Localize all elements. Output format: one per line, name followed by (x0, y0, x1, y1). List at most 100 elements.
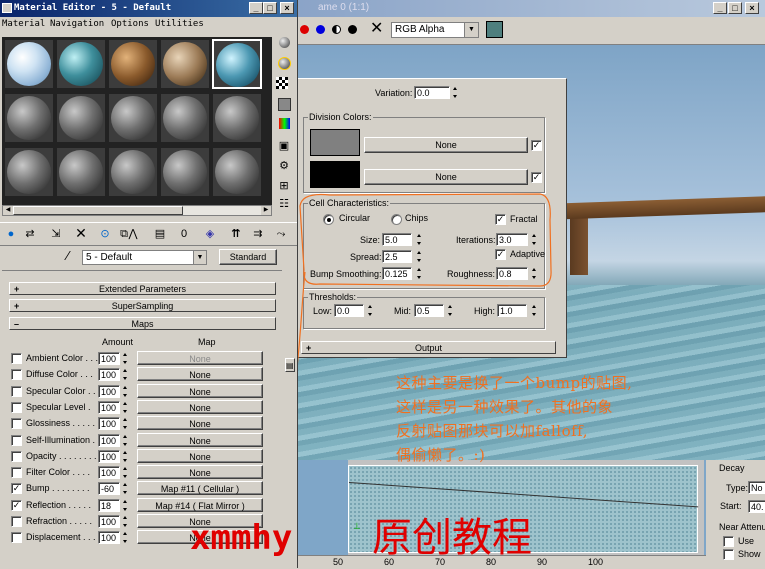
sample-slot[interactable] (108, 39, 158, 89)
sample-slot[interactable] (56, 93, 106, 143)
material-effects-channel-icon[interactable]: ▤ (152, 226, 168, 242)
put-to-scene-icon[interactable]: ⇄ (22, 226, 38, 242)
map-amount-spinner[interactable] (122, 515, 129, 528)
map-amount-spinner[interactable] (122, 450, 129, 463)
make-preview-icon[interactable]: ▣ (276, 138, 292, 154)
map-amount-spinner[interactable] (122, 466, 129, 479)
material-name-dropdown[interactable]: 5 - Default ▼ (82, 250, 207, 265)
go-forward-sibling-icon[interactable]: ⇉ (250, 226, 266, 242)
map-enable-checkbox[interactable] (11, 450, 22, 462)
scroll-right-icon[interactable]: ▶ (261, 206, 271, 215)
options-icon[interactable]: ⚙ (276, 158, 292, 174)
map-button[interactable]: None (137, 465, 263, 480)
map-amount-field[interactable]: 100 (98, 368, 120, 382)
map-button[interactable]: None (137, 367, 263, 382)
put-to-library-icon[interactable]: ⋀ (125, 226, 141, 242)
eyedropper-icon[interactable]: ⁄ (60, 248, 76, 264)
sample-slot[interactable] (160, 93, 210, 143)
maps-rollout[interactable]: – Maps (9, 317, 276, 330)
map-amount-field[interactable]: 100 (98, 449, 120, 463)
map-amount-spinner[interactable] (122, 368, 129, 381)
sample-slot[interactable] (4, 93, 54, 143)
sample-slot[interactable] (108, 147, 158, 197)
pick-material-icon[interactable]: ⤳ (273, 226, 289, 242)
map-enable-checkbox[interactable] (11, 385, 22, 397)
material-type-button[interactable]: Standard (219, 249, 277, 265)
map-button[interactable]: None (137, 448, 263, 463)
extended-params-rollout[interactable]: + Extended Parameters (9, 282, 276, 295)
map-enable-checkbox[interactable] (11, 532, 22, 544)
minimize-button[interactable]: _ (249, 2, 263, 14)
map-button[interactable]: None (137, 416, 263, 431)
map-button[interactable]: Map #14 ( Flat Mirror ) (137, 497, 263, 512)
material-navigator-icon[interactable]: ☷ (276, 196, 292, 212)
map-enable-checkbox[interactable] (11, 467, 22, 479)
close-button[interactable]: × (280, 2, 294, 14)
map-button[interactable]: None (137, 383, 263, 398)
map-enable-checkbox[interactable] (11, 516, 22, 527)
map-amount-spinner[interactable] (122, 531, 129, 544)
map-amount-field[interactable]: 100 (98, 433, 120, 447)
background-checker-icon[interactable] (276, 77, 288, 89)
chevron-down-icon[interactable]: ▼ (193, 251, 206, 264)
map-amount-field[interactable]: 100 (98, 466, 120, 480)
map-amount-spinner[interactable] (122, 417, 129, 430)
map-amount-spinner[interactable] (122, 434, 129, 447)
map-amount-field[interactable]: 18 (98, 498, 120, 512)
map-button[interactable]: None (137, 351, 263, 365)
make-copy-icon[interactable]: ⊙ (97, 226, 113, 242)
map-amount-spinner[interactable] (122, 482, 129, 495)
get-material-icon[interactable]: ● (3, 226, 19, 242)
map-button[interactable]: None (137, 432, 263, 447)
sample-slot[interactable] (56, 147, 106, 197)
video-color-check-icon[interactable] (276, 118, 292, 134)
menu-options[interactable]: Options (111, 19, 149, 29)
map-amount-spinner[interactable] (122, 385, 129, 398)
show-map-in-viewport-icon[interactable]: 0 (176, 226, 192, 242)
menu-material[interactable]: Material (2, 19, 45, 29)
sample-slot[interactable] (212, 39, 262, 89)
menu-utilities[interactable]: Utilities (155, 19, 204, 29)
map-button[interactable]: None (137, 399, 263, 414)
scroll-thumb[interactable] (13, 206, 183, 215)
scroll-left-icon[interactable]: ◀ (3, 206, 13, 215)
sample-slot[interactable] (108, 93, 158, 143)
slots-hscrollbar[interactable]: ◀ ▶ (2, 205, 272, 216)
map-amount-spinner[interactable] (122, 499, 129, 512)
map-amount-spinner[interactable] (122, 352, 129, 365)
sample-slot[interactable] (212, 93, 262, 143)
map-amount-field[interactable]: 100 (98, 531, 120, 545)
sample-slot[interactable] (56, 39, 106, 89)
menu-navigation[interactable]: Navigation (50, 19, 104, 29)
map-enable-checkbox[interactable] (11, 401, 22, 413)
map-enable-checkbox[interactable]: ✓ (11, 499, 22, 511)
sample-slot[interactable] (160, 147, 210, 197)
supersampling-rollout[interactable]: + SuperSampling (9, 299, 276, 312)
map-enable-checkbox[interactable] (11, 434, 22, 446)
map-amount-field[interactable]: 100 (98, 515, 120, 528)
sample-slot[interactable] (4, 39, 54, 89)
map-enable-checkbox[interactable] (11, 418, 22, 430)
show-end-result-icon[interactable]: ◈ (202, 226, 218, 242)
map-enable-checkbox[interactable] (11, 353, 22, 364)
map-amount-field[interactable]: 100 (98, 384, 120, 398)
sample-slot[interactable] (160, 39, 210, 89)
backlight-icon[interactable] (276, 57, 292, 73)
sample-slot[interactable] (212, 147, 262, 197)
reset-map-icon[interactable]: ✕ (73, 225, 89, 241)
map-amount-spinner[interactable] (122, 401, 129, 414)
sample-type-icon[interactable] (276, 37, 292, 53)
map-enable-checkbox[interactable]: ✓ (11, 483, 22, 495)
map-amount-field[interactable]: 100 (98, 417, 120, 431)
sample-slot[interactable] (4, 147, 54, 197)
select-by-material-icon[interactable]: ⊞ (276, 178, 292, 194)
assign-to-selection-icon[interactable]: ⇲ (48, 226, 64, 242)
map-button[interactable]: Map #11 ( Cellular ) (137, 481, 263, 496)
map-amount-field[interactable]: 100 (98, 400, 120, 414)
sample-uv-icon[interactable] (276, 98, 292, 114)
map-enable-checkbox[interactable] (11, 369, 22, 381)
map-amount-field[interactable]: -60 (98, 482, 120, 496)
maximize-button[interactable]: □ (263, 2, 277, 14)
map-amount-field[interactable]: 100 (98, 352, 120, 365)
go-to-parent-icon[interactable]: ⇈ (228, 226, 244, 242)
